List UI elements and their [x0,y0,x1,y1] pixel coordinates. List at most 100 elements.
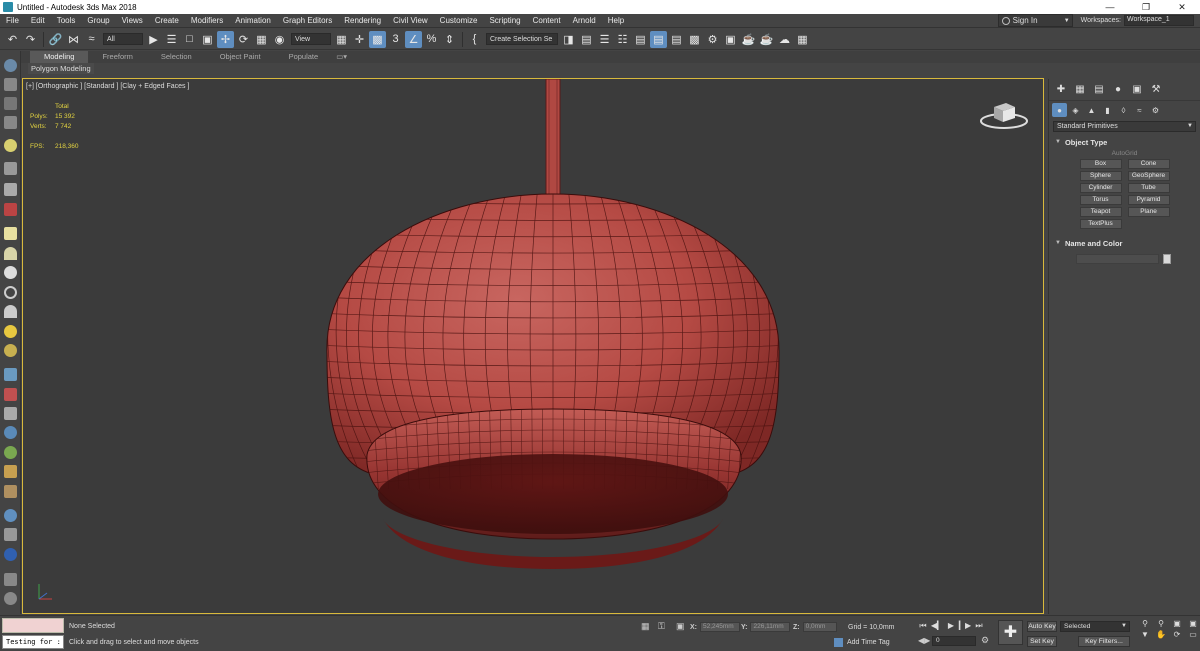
menu-scripting[interactable]: Scripting [483,16,526,25]
lights-category-icon[interactable]: ▲ [1084,103,1099,117]
key-mode-toggle-icon[interactable]: ◀▶ [918,636,930,645]
motion-tab-icon[interactable]: ● [1109,81,1127,99]
textplus-button[interactable]: TextPlus [1079,219,1122,229]
name-color-header[interactable]: ▼ Name and Color [1052,237,1197,249]
geosphere-button[interactable]: GeoSphere [1127,171,1170,181]
geometry-category-icon[interactable]: ● [1052,103,1067,117]
tab-populate[interactable]: Populate [275,51,333,63]
torus-button[interactable]: Torus [1079,195,1122,205]
key-mode-select[interactable]: Selected ▼ [1060,621,1130,632]
ribbon-toggle-icon[interactable]: ▤ [632,31,649,48]
spinner-snap-icon[interactable]: ⇕ [441,31,458,48]
primitive-type-select[interactable]: Standard Primitives ▼ [1053,121,1196,132]
play-icon[interactable]: ▶ [944,621,958,631]
rect-selection-icon[interactable]: □ [181,31,198,48]
object-color-swatch[interactable] [1163,254,1171,264]
render-setup-icon[interactable]: ⚙ [704,31,721,48]
maximize-viewport-icon[interactable]: ▭ [1186,630,1200,639]
cone-button[interactable]: Cone [1127,159,1170,169]
brush-icon[interactable] [4,388,17,401]
ribbon-options-icon[interactable]: ▭▾ [332,51,351,63]
target-icon[interactable] [4,344,17,357]
menu-content[interactable]: Content [527,16,567,25]
torus-icon[interactable] [4,286,17,299]
material-icon[interactable] [4,528,17,541]
menu-rendering[interactable]: Rendering [338,16,387,25]
menu-graph-editors[interactable]: Graph Editors [277,16,338,25]
tab-object-paint[interactable]: Object Paint [206,51,275,63]
autogrid-checkbox[interactable]: AutoGrid [1052,150,1197,157]
globe-icon[interactable] [4,426,17,439]
undo-icon[interactable]: ↶ [4,31,21,48]
snaps-toggle-icon[interactable]: 3 [387,31,404,48]
menu-group[interactable]: Group [81,16,115,25]
auto-key-button[interactable]: Auto Key [1027,621,1057,632]
time-config-icon[interactable]: ⚙ [981,635,989,646]
menu-views[interactable]: Views [116,16,149,25]
shapes-category-icon[interactable]: ◈ [1068,103,1083,117]
edit-named-selection-icon[interactable]: { [466,31,483,48]
curve-editor-icon[interactable]: ▤ [650,30,667,48]
named-selection-select[interactable]: Create Selection Se [486,33,558,45]
camera-icon[interactable] [4,183,17,196]
unlink-icon[interactable]: ⋈ [65,31,82,48]
restore-button[interactable]: ❐ [1128,2,1164,13]
viewcube-icon[interactable] [979,97,1029,131]
select-rotate-icon[interactable]: ⟳ [235,31,252,48]
layer-explorer-icon[interactable]: ☷ [614,31,631,48]
list-icon[interactable] [4,116,17,129]
prev-frame-icon[interactable]: ◀▎ [930,621,944,631]
key-filters-button[interactable]: Key Filters... [1078,636,1130,647]
spacewarps-category-icon[interactable]: ≈ [1132,103,1147,117]
maxscript-output[interactable] [2,618,64,633]
create-tab-icon[interactable]: ✚ [1052,81,1070,99]
menu-file[interactable]: File [0,16,25,25]
menu-edit[interactable]: Edit [25,16,51,25]
next-frame-icon[interactable]: ▎▶ [958,621,972,631]
light-icon[interactable] [4,139,17,152]
rendered-frame-icon[interactable]: ▣ [722,31,739,48]
info-icon[interactable] [4,592,17,605]
render-cloud-icon[interactable]: ☁ [776,31,793,48]
cameras-category-icon[interactable]: ▮ [1100,103,1115,117]
orbit-icon[interactable]: ⟳ [1170,630,1184,639]
render-element-icon[interactable] [4,548,17,561]
render-iterative-icon[interactable]: ☕ [758,31,775,48]
ribbon-polygon-modeling[interactable]: Polygon Modeling [28,63,94,74]
menu-tools[interactable]: Tools [51,16,82,25]
menu-arnold[interactable]: Arnold [567,16,602,25]
window-crossing-icon[interactable]: ▣ [199,31,216,48]
scene-explorer-icon[interactable] [4,59,17,72]
placement-icon[interactable]: ◉ [271,31,288,48]
grid-icon[interactable]: ▦ [794,31,811,48]
cylinder-button[interactable]: Cylinder [1079,183,1122,193]
bone-icon[interactable] [4,407,17,420]
select-move-icon[interactable]: ✢ [217,30,234,48]
pyramid-button[interactable]: Pyramid [1127,195,1170,205]
z-coordinate-input[interactable]: 0,0mm [802,622,837,632]
field-of-view-icon[interactable]: ▼ [1138,630,1152,639]
geosphere-icon[interactable] [4,266,17,279]
angle-snap-icon[interactable]: ∠ [405,30,422,48]
menu-animation[interactable]: Animation [229,16,277,25]
minimize-button[interactable]: — [1092,2,1128,12]
absolute-mode-icon[interactable]: ▣ [676,621,685,632]
bind-spacewarp-icon[interactable]: ≈ [83,31,100,48]
menu-customize[interactable]: Customize [434,16,484,25]
select-object-icon[interactable]: ▶ [145,31,162,48]
object-name-input[interactable] [1076,254,1159,264]
zoom-icon[interactable]: ⚲ [1138,619,1152,628]
hierarchy-tab-icon[interactable]: ▤ [1090,81,1108,99]
box-button[interactable]: Box [1079,159,1122,169]
tab-freeform[interactable]: Freeform [88,51,146,63]
menu-help[interactable]: Help [602,16,630,25]
set-key-button[interactable]: Set Key [1027,636,1057,647]
viewport-label[interactable]: [+] [Orthographic ] [Standard ] [Clay + … [26,83,189,90]
add-time-tag[interactable]: Add Time Tag [834,638,890,647]
close-button[interactable]: ✕ [1164,2,1200,13]
systems-category-icon[interactable]: ⚙ [1148,103,1163,117]
box-icon[interactable] [4,227,17,240]
layer-icon[interactable] [4,97,17,110]
sphere-button[interactable]: Sphere [1079,171,1122,181]
particle-icon[interactable] [4,368,17,381]
